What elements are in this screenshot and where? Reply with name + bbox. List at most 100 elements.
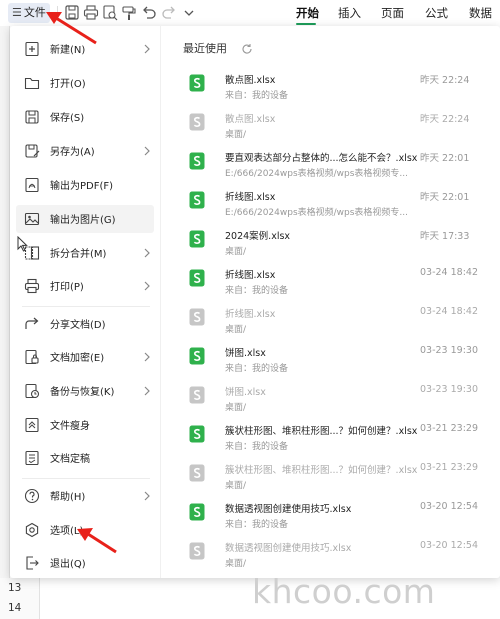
recent-file-item[interactable]: 折线图.xlsx 来自：我的设备 03-24 18:42 <box>189 265 489 301</box>
file-location: 桌面/ <box>225 403 247 413</box>
file-location: 桌面/ <box>225 481 247 491</box>
row-header: 13 14 <box>0 578 40 619</box>
recent-file-item[interactable]: 2024案例.xlsx 桌面/昨天 17:33 <box>189 226 489 262</box>
backup-icon <box>24 383 40 399</box>
menu-item-label: 打开(O) <box>50 79 86 90</box>
slim-icon <box>24 417 40 433</box>
menu-item-label: 打印(P) <box>50 282 84 293</box>
spreadsheet-file-icon <box>189 113 205 131</box>
file-name: 饼图.xlsx <box>225 387 266 398</box>
recent-file-item[interactable]: 折线图.xlsx E:/666/2024wps表格视频/wps表格视频专... 昨天… <box>189 187 489 223</box>
file-location: 桌面/ <box>225 325 247 335</box>
recent-file-item[interactable]: 簇状柱形图、堆积柱形图...？如何创建？.xlsx 来自：我的设备 03-21 23… <box>189 421 489 457</box>
chevron-right-icon <box>142 245 152 259</box>
finalize-icon <box>24 450 40 466</box>
row-number[interactable]: 14 <box>8 602 21 614</box>
exit-icon <box>24 555 40 571</box>
menu-item-label: 文档加密(E) <box>50 353 105 364</box>
menu-item-label: 退出(Q) <box>50 559 86 570</box>
file-location: E:/666/2024wps表格视频/wps表格视频专... <box>225 208 409 218</box>
annotation-arrow-icon <box>77 528 117 554</box>
file-menu-list: 新建(N) 打开(O) 保存(S) 另存为(A) 输出为PDF(F) 输出为图片… <box>10 26 160 578</box>
menu-item-finalize[interactable]: 文档定稿 <box>16 444 154 472</box>
undo-icon[interactable] <box>141 4 157 21</box>
menu-item-share[interactable]: 分享文档(D) <box>16 310 154 338</box>
spreadsheet-file-icon <box>189 386 205 404</box>
menu-item-split-merge[interactable]: 拆分合并(M) <box>16 239 154 267</box>
refresh-icon[interactable] <box>241 40 253 54</box>
spreadsheet-file-icon <box>189 191 205 209</box>
menu-item-export-image[interactable]: 输出为图片(G) <box>16 205 154 233</box>
file-location: 来自：我的设备 <box>225 364 289 374</box>
active-tab-indicator <box>296 23 316 25</box>
file-name: 折线图.xlsx <box>225 309 276 320</box>
tab-insert[interactable]: 插入 <box>338 5 361 21</box>
file-time: 03-23 19:30 <box>420 345 479 356</box>
share-icon <box>24 316 40 332</box>
format-painter-icon[interactable] <box>121 4 137 21</box>
file-time: 03-20 12:54 <box>420 501 479 512</box>
file-time: 03-21 23:29 <box>420 462 479 473</box>
spreadsheet-file-icon <box>189 464 205 482</box>
file-name: 簇状柱形图、堆积柱形图...？如何创建？.xlsx <box>225 426 418 437</box>
open-folder-icon <box>24 75 40 91</box>
menu-item-encrypt[interactable]: 文档加密(E) <box>16 343 154 371</box>
file-name: 饼图.xlsx <box>225 348 266 359</box>
tab-data[interactable]: 数据 <box>469 5 492 21</box>
chevron-right-icon <box>142 143 152 157</box>
file-location: 来自：我的设备 <box>225 286 289 296</box>
menu-item-export-pdf[interactable]: 输出为PDF(F) <box>16 171 154 199</box>
row-number[interactable]: 13 <box>8 582 21 594</box>
menu-item-save[interactable]: 保存(S) <box>16 103 154 131</box>
file-time: 03-24 18:42 <box>420 267 479 278</box>
file-name: 散点图.xlsx <box>225 75 276 86</box>
recent-file-item[interactable]: 数据透视图创建使用技巧.xlsx 桌面/03-20 12:54 <box>189 538 489 574</box>
file-location: 桌面/ <box>225 247 247 257</box>
recent-files-panel: 最近使用 散点图.xlsx 来自：我的设备 昨天 22:24 散点图.xlsx 桌面/昨… <box>160 26 500 578</box>
tab-home[interactable]: 开始 <box>296 5 319 21</box>
file-time: 昨天 22:01 <box>420 192 470 203</box>
recent-file-item[interactable]: 簇状柱形图、堆积柱形图...？如何创建？.xlsx 桌面/03-21 23:29 <box>189 460 489 496</box>
menu-item-save-as[interactable]: 另存为(A) <box>16 137 154 165</box>
file-location: 桌面/ <box>225 559 247 569</box>
file-menu-panel: 新建(N) 打开(O) 保存(S) 另存为(A) 输出为PDF(F) 输出为图片… <box>10 26 500 578</box>
menu-item-help[interactable]: 帮助(H) <box>16 482 154 510</box>
recent-file-item[interactable]: 要直观表达部分占整体的...怎么能不会？.xlsx E:/666/2024wps表… <box>189 148 489 184</box>
menu-item-label: 分享文档(D) <box>50 320 106 331</box>
file-time: 昨天 22:24 <box>420 75 470 86</box>
file-time: 03-24 18:42 <box>420 306 479 317</box>
sheet-edge <box>0 26 10 619</box>
chevron-right-icon <box>142 349 152 363</box>
menu-divider <box>22 306 150 307</box>
chevron-right-icon <box>142 488 152 502</box>
tab-formulas[interactable]: 公式 <box>425 5 448 21</box>
dropdown-icon[interactable] <box>181 4 197 21</box>
chevron-right-icon <box>142 41 152 55</box>
menu-item-print[interactable]: 打印(P) <box>16 272 154 300</box>
new-icon <box>24 41 40 57</box>
file-time: 昨天 17:33 <box>420 231 470 242</box>
recent-file-item[interactable]: 散点图.xlsx 来自：我的设备 昨天 22:24 <box>189 70 489 106</box>
menu-item-label: 拆分合并(M) <box>50 249 107 260</box>
recent-file-item[interactable]: 折线图.xlsx 桌面/03-24 18:42 <box>189 304 489 340</box>
help-icon <box>24 488 40 504</box>
print-preview-icon[interactable] <box>102 4 118 21</box>
mouse-cursor-icon <box>17 235 29 252</box>
recent-file-item[interactable]: 饼图.xlsx 桌面/03-23 19:30 <box>189 382 489 418</box>
file-name: 数据透视图创建使用技巧.xlsx <box>225 504 352 515</box>
redo-icon[interactable] <box>161 4 177 21</box>
menu-item-open[interactable]: 打开(O) <box>16 69 154 97</box>
print-icon <box>24 278 40 294</box>
spreadsheet-file-icon <box>189 269 205 287</box>
recent-file-item[interactable]: 散点图.xlsx 桌面/昨天 22:24 <box>189 109 489 145</box>
tab-page[interactable]: 页面 <box>381 5 404 21</box>
menu-item-backup[interactable]: 备份与恢复(K) <box>16 377 154 405</box>
lock-icon <box>24 349 40 365</box>
file-location: E:/666/2024wps表格视频/wps表格视频专... <box>225 169 409 179</box>
recent-file-item[interactable]: 数据透视图创建使用技巧.xlsx 来自：我的设备 03-20 12:54 <box>189 499 489 535</box>
file-time: 昨天 22:01 <box>420 153 470 164</box>
menu-item-slim[interactable]: 文件瘦身 <box>16 411 154 439</box>
chevron-right-icon <box>142 383 152 397</box>
recent-file-item[interactable]: 饼图.xlsx 来自：我的设备 03-23 19:30 <box>189 343 489 379</box>
save-icon <box>24 109 40 125</box>
